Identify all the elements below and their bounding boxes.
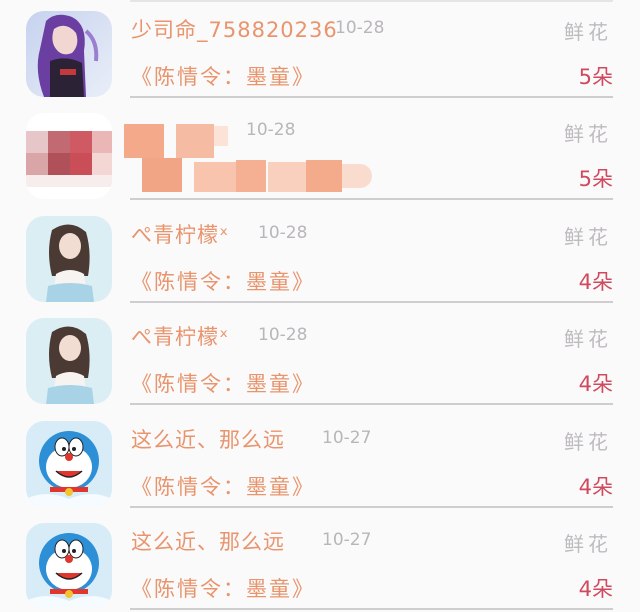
book-title[interactable]: 《陈情令：墨童》 [131, 471, 315, 501]
gift-type: 鲜花 [564, 327, 612, 351]
book-title[interactable]: 《陈情令：墨童》 [131, 61, 315, 91]
row-divider [130, 608, 613, 610]
row-divider [130, 403, 613, 405]
row-divider [130, 198, 613, 200]
gift-count: 5朵 [578, 65, 613, 89]
username[interactable]: 这么近、那么远 [131, 424, 285, 454]
username[interactable]: 少司命_758820236 [131, 14, 338, 44]
girl-photo-avatar[interactable] [26, 318, 112, 404]
gift-count: 4朵 [578, 372, 613, 396]
date-label: 10-28 [258, 325, 308, 345]
list-item[interactable]: 10-28 鲜花 5朵 [0, 102, 640, 205]
username[interactable]: ぺ青柠檬ˣ [131, 321, 229, 351]
book-title[interactable]: 《陈情令：墨童》 [131, 266, 315, 296]
gift-type: 鲜花 [564, 122, 612, 146]
row-divider [130, 301, 613, 303]
list-item[interactable]: 这么近、那么远 10-27 《陈情令：墨童》 鲜花 4朵 [0, 512, 640, 612]
book-title[interactable]: 《陈情令：墨童》 [131, 368, 315, 398]
date-label: 10-27 [322, 530, 372, 550]
row-divider [130, 506, 613, 508]
date-label: 10-28 [335, 18, 385, 38]
gift-record-list: 少司命_758820236 10-28 《陈情令：墨童》 鲜花 5朵 10-28… [0, 0, 640, 612]
gift-count: 4朵 [578, 577, 613, 601]
doraemon-avatar[interactable] [26, 523, 112, 609]
anime-girl-avatar[interactable] [26, 11, 112, 97]
username[interactable]: ぺ青柠檬ˣ [131, 219, 229, 249]
list-item[interactable]: 这么近、那么远 10-27 《陈情令：墨童》 鲜花 4朵 [0, 410, 640, 513]
gift-count: 4朵 [578, 270, 613, 294]
list-item[interactable]: ぺ青柠檬ˣ 10-28 《陈情令：墨童》 鲜花 4朵 [0, 307, 640, 410]
girl-photo-avatar[interactable] [26, 216, 112, 302]
date-label: 10-28 [246, 120, 296, 140]
gift-count: 5朵 [578, 167, 613, 191]
doraemon-avatar[interactable] [26, 421, 112, 507]
gift-type: 鲜花 [564, 20, 612, 44]
row-divider [130, 96, 613, 98]
gift-type: 鲜花 [564, 430, 612, 454]
gift-type: 鲜花 [564, 532, 612, 556]
username[interactable]: 这么近、那么远 [131, 526, 285, 556]
gift-type: 鲜花 [564, 225, 612, 249]
list-item[interactable]: 少司命_758820236 10-28 《陈情令：墨童》 鲜花 5朵 [0, 0, 640, 103]
pixelated-avatar[interactable] [26, 113, 112, 199]
date-label: 10-28 [258, 223, 308, 243]
date-label: 10-27 [322, 428, 372, 448]
book-title[interactable]: 《陈情令：墨童》 [131, 573, 315, 603]
gift-count: 4朵 [578, 475, 613, 499]
list-item[interactable]: ぺ青柠檬ˣ 10-28 《陈情令：墨童》 鲜花 4朵 [0, 205, 640, 308]
